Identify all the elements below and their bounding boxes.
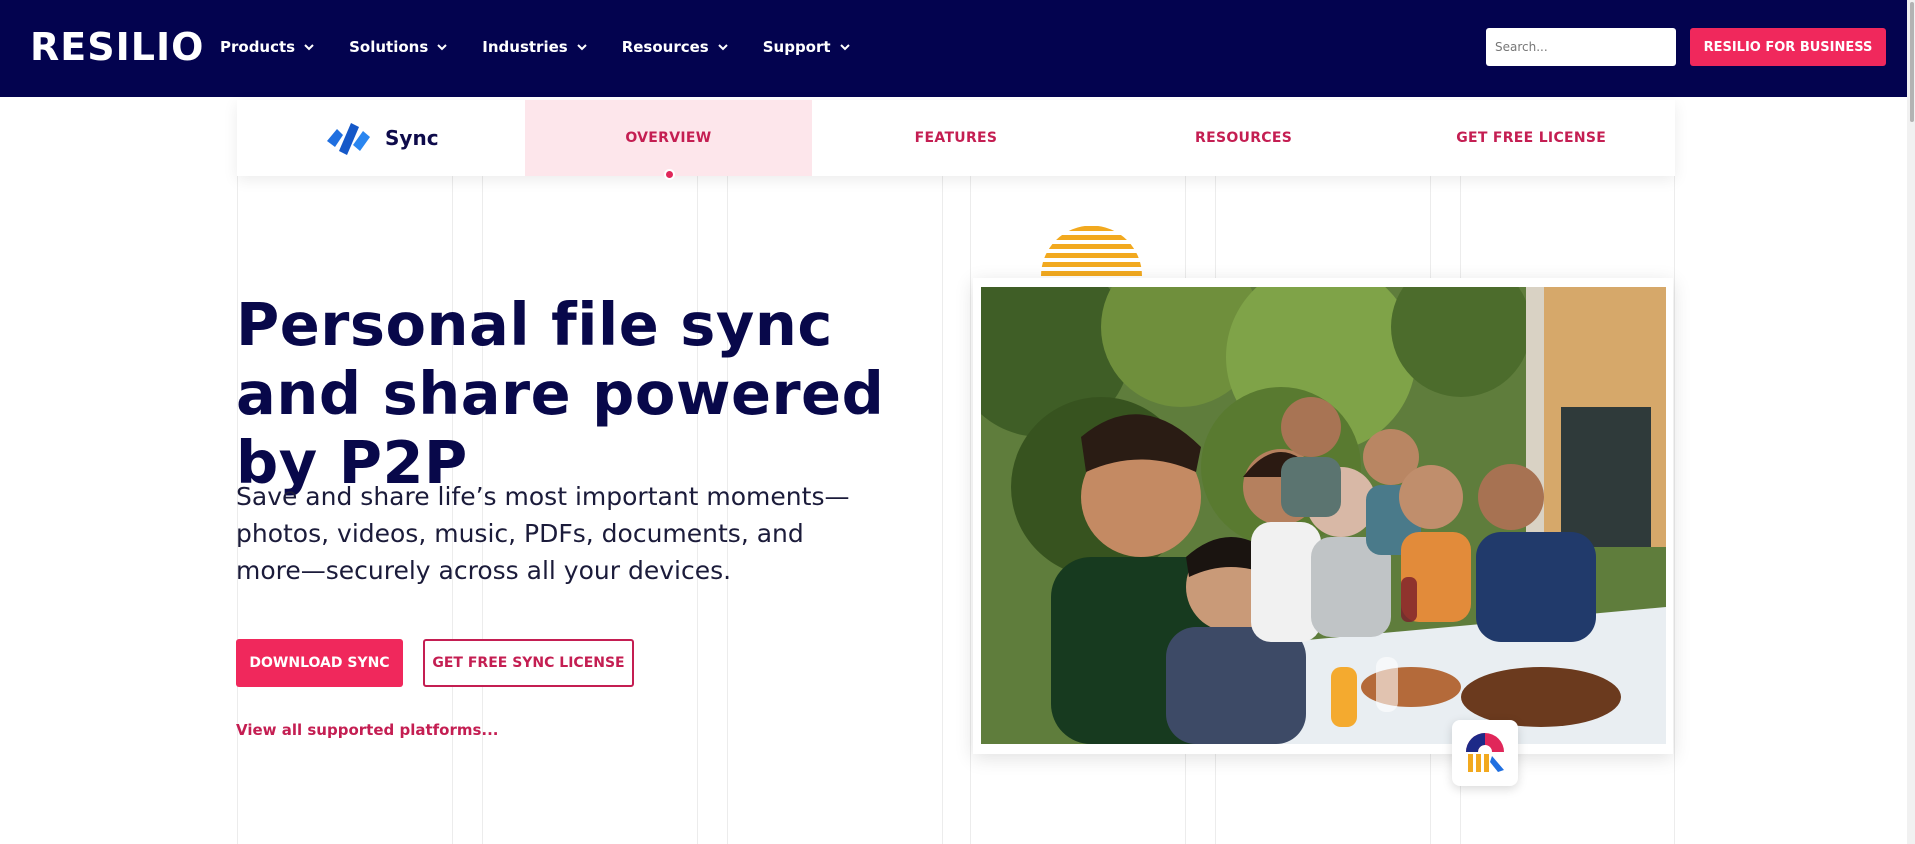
sync-logo-icon [327, 123, 371, 155]
resilio-mark-icon [1466, 733, 1504, 772]
nav-products[interactable]: Products [220, 38, 315, 56]
nav-resources[interactable]: Resources [622, 38, 729, 56]
tab-features[interactable]: FEATURES [812, 100, 1100, 176]
striped-sun-icon [1041, 226, 1142, 276]
top-navbar: RESILIO Products Solutions Industries Re… [0, 0, 1915, 97]
product-subnav: Sync OVERVIEW FEATURES RESOURCES GET FRE… [237, 100, 1675, 176]
nav-resources-label: Resources [621, 38, 709, 56]
tab-overview[interactable]: OVERVIEW [524, 100, 813, 176]
chevron-down-icon [576, 44, 587, 51]
chevron-down-icon [718, 44, 728, 51]
scrollbar-thumb[interactable] [1910, 2, 1914, 122]
chevron-down-icon [304, 44, 314, 51]
nav-solutions[interactable]: Solutions [349, 38, 448, 56]
resilio-for-business-button[interactable]: RESILIO FOR BUSINESS [1690, 28, 1886, 66]
chevron-down-icon [839, 44, 850, 51]
nav-industries-label: Industries [482, 38, 568, 56]
search-input[interactable] [1486, 28, 1676, 66]
grid-line [1674, 176, 1675, 844]
family-dinner-photo [981, 287, 1666, 744]
page-scrollbar[interactable] [1907, 0, 1915, 844]
get-free-sync-license-button[interactable]: GET FREE SYNC LICENSE [423, 639, 634, 687]
nav-support[interactable]: Support [763, 38, 851, 56]
main-nav: Products Solutions Industries Resources … [220, 38, 885, 56]
active-tab-indicator [664, 169, 675, 180]
sync-brand[interactable]: Sync [237, 100, 525, 176]
chevron-down-icon [437, 44, 447, 51]
hero-headline: Personal file sync and share powered by … [236, 290, 885, 497]
grid-line [970, 176, 971, 844]
nav-solutions-label: Solutions [349, 38, 429, 56]
sync-brand-label: Sync [385, 126, 439, 150]
tab-resources[interactable]: RESOURCES [1100, 100, 1388, 176]
grid-line [942, 176, 943, 844]
hero-subtext: Save and share life’s most important mom… [236, 482, 850, 585]
tab-get-free-license[interactable]: GET FREE LICENSE [1387, 100, 1675, 176]
nav-industries[interactable]: Industries [482, 38, 587, 56]
download-sync-button[interactable]: DOWNLOAD SYNC [236, 639, 403, 687]
supported-platforms-link[interactable]: View all supported platforms... [236, 721, 499, 739]
nav-support-label: Support [762, 38, 831, 56]
nav-products-label: Products [220, 38, 296, 56]
resilio-badge [1452, 720, 1518, 786]
resilio-logo[interactable]: RESILIO [30, 25, 204, 69]
